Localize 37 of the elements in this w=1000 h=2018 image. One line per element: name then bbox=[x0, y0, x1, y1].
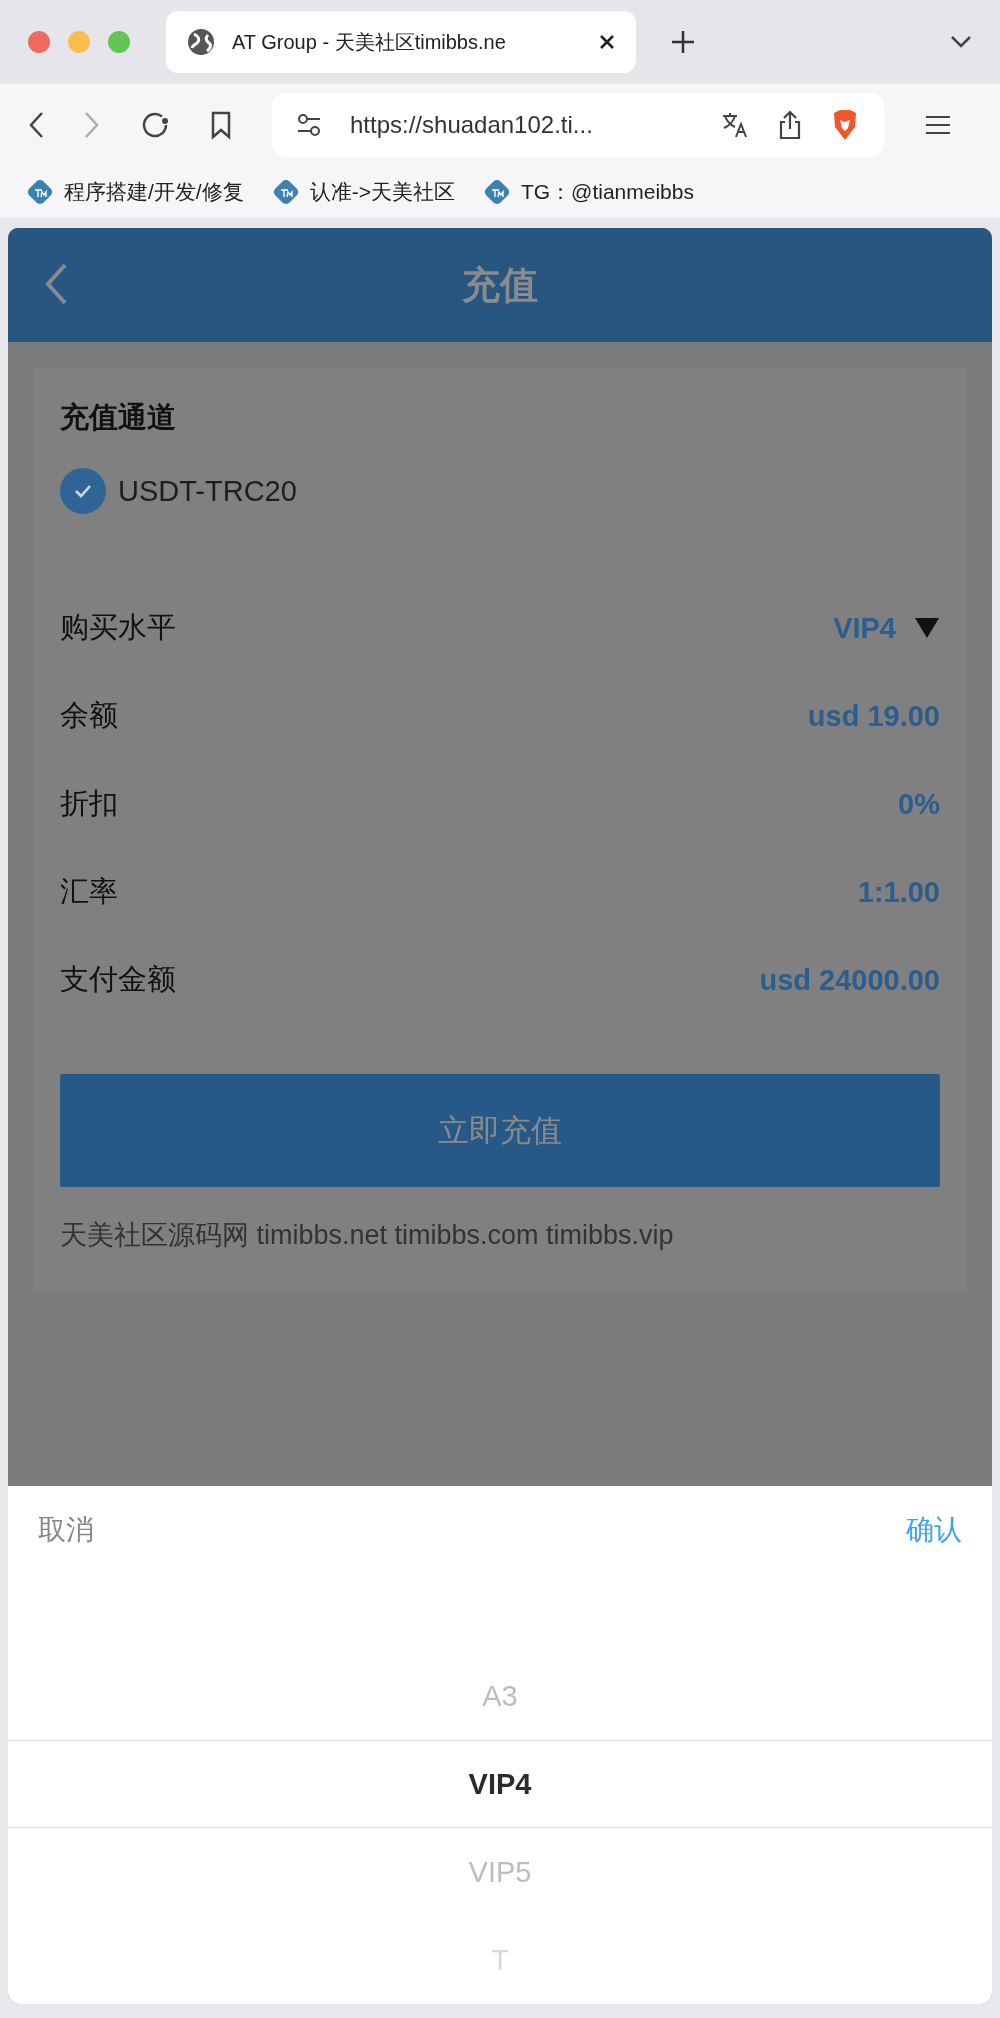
page-title: 充值 bbox=[462, 262, 538, 308]
channel-label: USDT-TRC20 bbox=[118, 474, 297, 508]
url-text: https://shuadan102.ti... bbox=[350, 110, 594, 139]
picker-option[interactable]: VIP4 bbox=[8, 1740, 992, 1828]
recharge-button[interactable]: 立即充值 bbox=[60, 1074, 940, 1187]
settings-sliders-icon bbox=[296, 112, 322, 137]
chevron-down-icon[interactable] bbox=[950, 35, 972, 49]
field-value: usd 24000.00 bbox=[759, 963, 940, 997]
field-value: usd 19.00 bbox=[807, 699, 940, 733]
bookmark-link[interactable]: 程序搭建/开发/修复 bbox=[64, 177, 244, 206]
footer-text: 天美社区源码网 timibbs.net timibbs.com timibbs.vip bbox=[60, 1219, 675, 1252]
section-title: 充值通道 bbox=[60, 400, 177, 435]
tab-title: AT Group - 天美社区timibbs.ne bbox=[232, 29, 507, 55]
bookmark-link[interactable]: TG：@tianmeibbs bbox=[520, 177, 694, 206]
back-icon[interactable] bbox=[28, 110, 44, 139]
menu-icon[interactable] bbox=[924, 113, 952, 136]
field-label: 购买水平 bbox=[60, 610, 176, 645]
address-bar[interactable]: https://shuadan102.ti... bbox=[272, 92, 884, 157]
picker-option[interactable]: VIP5 bbox=[8, 1828, 992, 1916]
bookmark-link[interactable]: 认准->天美社区 bbox=[309, 177, 455, 206]
field-value: 0% bbox=[898, 787, 940, 821]
field-label: 余额 bbox=[60, 698, 118, 733]
field-value: 1:1.00 bbox=[857, 875, 940, 909]
browser-tab[interactable]: AT Group - 天美社区timibbs.ne bbox=[166, 11, 636, 73]
bookmark-icon[interactable] bbox=[210, 109, 232, 140]
close-tab-icon[interactable] bbox=[598, 33, 616, 51]
checkbox[interactable] bbox=[60, 468, 106, 514]
share-icon[interactable] bbox=[778, 108, 802, 141]
confirm-button[interactable]: 确认 bbox=[906, 1510, 962, 1550]
field-label: 支付金额 bbox=[60, 962, 176, 997]
check-icon bbox=[73, 483, 93, 499]
caret-icon bbox=[914, 617, 940, 639]
field-label: 折扣 bbox=[60, 786, 118, 821]
cancel-button[interactable]: 取消 bbox=[38, 1510, 94, 1550]
picker-option[interactable]: A3 bbox=[8, 1652, 992, 1740]
field-label: 汇率 bbox=[60, 874, 118, 909]
new-tab-icon[interactable] bbox=[670, 29, 696, 55]
